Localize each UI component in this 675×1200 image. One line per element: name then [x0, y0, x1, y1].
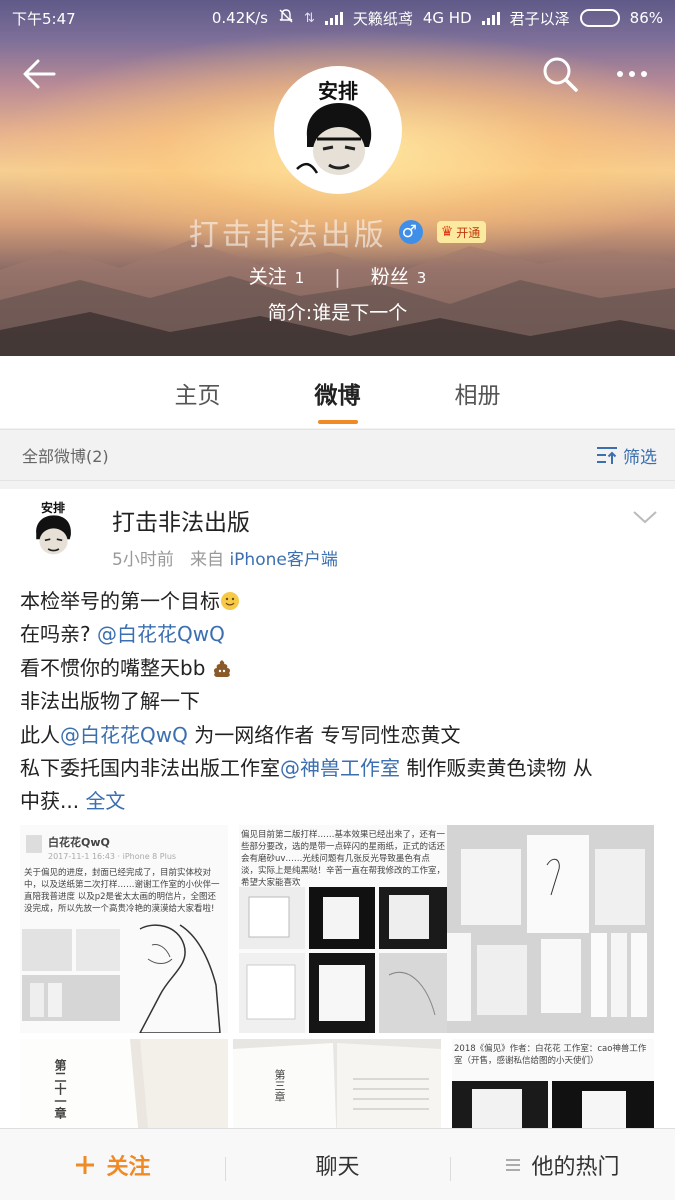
post-text: 本检举号的第一个目标 在吗亲? @白花花QwQ 看不惯你的嘴整天bb 非法出版物… — [20, 585, 650, 819]
signal-icon — [481, 11, 500, 25]
battery-icon — [579, 9, 620, 27]
signal-icon — [324, 11, 343, 25]
meme-face-icon — [296, 103, 372, 175]
post-time: 5小时前 — [112, 550, 174, 570]
meme-face-icon — [36, 515, 71, 555]
all-posts-count: 全部微博(2) — [22, 447, 109, 466]
tab-album[interactable]: 相册 — [408, 356, 548, 428]
tab-label: 相册 — [454, 383, 501, 409]
chat-label: 聊天 — [315, 1154, 360, 1180]
status-time: 下午5:47 — [12, 9, 76, 28]
poop-emoji-icon — [213, 659, 230, 677]
status-battery: 86% — [629, 9, 663, 27]
post-line: 看不惯你的嘴整天bb — [20, 655, 212, 680]
smile-emoji-icon — [221, 592, 239, 610]
status-network: 4G HD — [422, 9, 472, 27]
tab-weibo[interactable]: 微博 — [268, 356, 408, 428]
back-arrow-icon[interactable] — [18, 52, 62, 96]
post-image-grid: 白花花QwQ 2017-11-1 16:43 · iPhone 8 Plus 关… — [20, 825, 654, 1129]
following-count: 1 — [294, 269, 305, 287]
search-icon[interactable] — [538, 52, 582, 96]
image-artwork — [20, 1039, 228, 1129]
post-from: 来自 — [190, 550, 225, 570]
image-artwork — [452, 1081, 654, 1129]
post-image-5[interactable]: 第三章 — [233, 1039, 441, 1129]
post-image-1[interactable]: 白花花QwQ 2017-11-1 16:43 · iPhone 8 Plus 关… — [20, 825, 228, 1033]
filter-label: 筛选 — [623, 447, 657, 468]
image-artwork — [233, 1043, 441, 1129]
read-more-link[interactable]: 全文 — [85, 789, 125, 813]
post-line: 制作贩卖黄色读物 从 — [400, 756, 593, 781]
follow-label: 关注 — [106, 1154, 151, 1180]
bottom-action-bar: 关注 聊天 他的热门 — [0, 1128, 675, 1200]
mention-link[interactable]: @神兽工作室 — [280, 756, 400, 780]
post-line: 非法出版物了解一下 — [20, 689, 200, 714]
post-line: 中获... — [20, 789, 86, 814]
plus-icon — [76, 1155, 95, 1174]
profile-cover: 下午5:47 0.42K/s ⇅ 天籁纸鸢 4G HD 君子以泽 86% 安排 — [0, 0, 675, 356]
post-line: 此人 — [20, 722, 60, 747]
post-image-4[interactable]: 第二十一章 — [20, 1039, 228, 1129]
list-icon — [506, 1158, 521, 1171]
status-carrier2: 君子以泽 — [509, 9, 570, 28]
post-meta: 5小时前 来自 iPhone客户端 — [112, 545, 338, 570]
profile-avatar[interactable]: 安排 — [274, 66, 402, 194]
tab-home[interactable]: 主页 — [128, 356, 268, 428]
hot-posts-button[interactable]: 他的热门 — [450, 1149, 675, 1181]
active-tab-indicator — [317, 420, 358, 424]
mention-link[interactable]: @白花花QwQ — [97, 622, 225, 646]
stats-divider: | — [334, 266, 341, 288]
image-artwork — [447, 835, 647, 1021]
following-label: 关注 — [248, 266, 287, 288]
post-image-2[interactable]: 偏见目前第二版打样……基本效果已经出来了，还有一些部分要改，选的是带一点碎闪的星… — [239, 825, 447, 1033]
post-author[interactable]: 打击非法出版 — [112, 503, 250, 537]
post-line: 为一网络作者 专写同性恋黄文 — [187, 722, 461, 747]
profile-name: 打击非法出版 — [188, 218, 387, 253]
followers-count: 3 — [416, 269, 427, 287]
more-icon[interactable] — [610, 52, 654, 96]
post-line: 在吗亲? — [20, 622, 97, 647]
image-artwork — [239, 887, 447, 1033]
feed-header: 全部微博(2) 筛选 — [0, 429, 675, 481]
profile-name-row: 打击非法出版 ♂ ♛ 开通 — [0, 210, 675, 254]
tab-label: 微博 — [314, 383, 361, 409]
vip-label: 开通 — [456, 225, 481, 240]
follow-button[interactable]: 关注 — [0, 1149, 225, 1181]
gender-male-icon: ♂ — [398, 220, 423, 244]
post-line: 本检举号的第一个目标 — [20, 589, 220, 613]
filter-button[interactable]: 筛选 — [595, 443, 657, 468]
post-card[interactable]: 安排 打击非法出版 5小时前 来自 iPhone客户端 本检举号的第一个目标 在… — [0, 489, 675, 1129]
post-avatar[interactable]: 安排 — [20, 497, 86, 563]
vip-badge[interactable]: ♛ 开通 — [436, 221, 487, 243]
image-artwork — [22, 835, 221, 1033]
status-bar: 下午5:47 0.42K/s ⇅ 天籁纸鸢 4G HD 君子以泽 86% — [0, 0, 675, 36]
tab-label: 主页 — [174, 383, 221, 409]
mute-icon — [278, 8, 294, 28]
status-net-speed: 0.42K/s — [211, 9, 268, 27]
followers-link[interactable]: 粉丝 3 — [371, 266, 427, 288]
following-link[interactable]: 关注 1 — [249, 266, 305, 288]
mention-link[interactable]: @白花花QwQ — [60, 723, 188, 747]
chevron-down-icon[interactable] — [630, 507, 660, 527]
vip-crown-icon: ♛ — [440, 224, 454, 240]
filter-icon — [597, 447, 617, 464]
hot-posts-label: 他的热门 — [531, 1154, 620, 1180]
image-text: 第二十一章 — [53, 1059, 67, 1119]
image-text: 第三章 — [273, 1069, 286, 1102]
followers-label: 粉丝 — [370, 266, 409, 288]
post-source[interactable]: iPhone客户端 — [229, 550, 337, 570]
post-image-6[interactable]: 2018《偏见》作者：白花花 工作室：cao神兽工作室（开售，感谢私信给图的小天… — [452, 1039, 654, 1129]
status-carrier1: 天籁纸鸢 — [352, 9, 413, 28]
profile-bio: 简介:谁是下一个 — [267, 302, 408, 324]
post-image-3[interactable] — [447, 825, 654, 1033]
post-line: 私下委托国内非法出版工作室 — [20, 756, 280, 781]
data-transfer-icon: ⇅ — [303, 10, 315, 26]
follow-stats: 关注 1 | 粉丝 3 — [0, 262, 675, 289]
chat-button[interactable]: 聊天 — [225, 1149, 450, 1181]
profile-tabs: 主页 微博 相册 — [0, 356, 675, 428]
